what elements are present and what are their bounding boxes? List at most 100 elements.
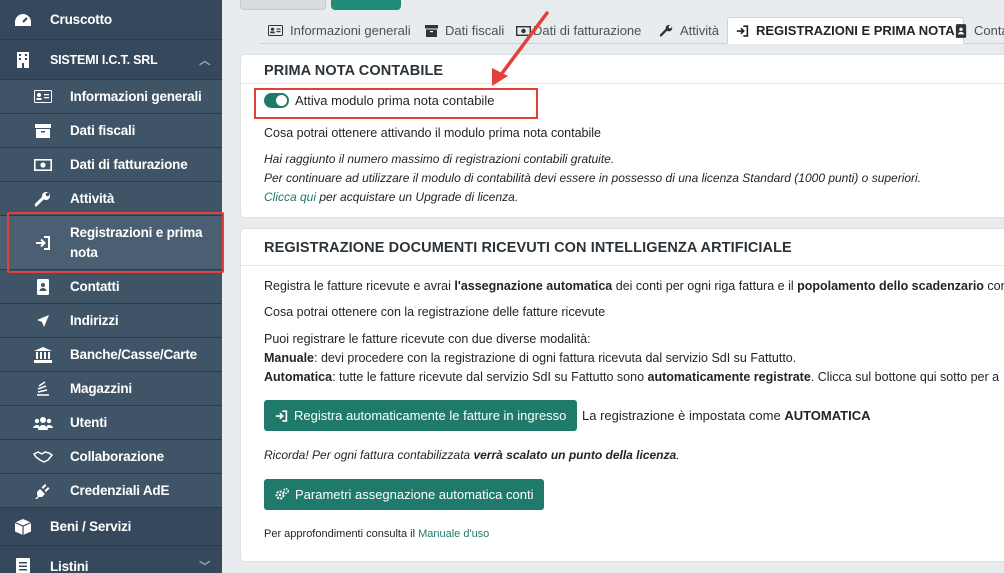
sidebar-item-label: Dati fiscali: [70, 122, 136, 138]
intro-bold: l'assegnazione automatica: [454, 279, 613, 293]
auto-label: Automatica: [264, 370, 333, 384]
upgrade-text: per acquistare un Upgrade di licenza.: [316, 190, 519, 204]
sidebar-item-informazioni-generali[interactable]: Informazioni generali: [0, 80, 222, 114]
wrench-icon: [660, 24, 673, 37]
wrench-icon: [32, 191, 54, 207]
save-button[interactable]: [331, 0, 401, 10]
location-arrow-icon: [32, 314, 54, 328]
upgrade-line: Clicca qui per acquistare un Upgrade di …: [264, 190, 518, 204]
sidebar-item-banche[interactable]: Banche/Casse/Carte: [0, 338, 222, 372]
intro-bold: popolamento dello scadenzario: [797, 279, 984, 293]
handshake-icon: [32, 450, 54, 464]
users-icon: [32, 416, 54, 430]
sidebar-item-listini[interactable]: Listini ﹀: [0, 546, 222, 573]
tab-label: Dati di fatturazione: [533, 23, 642, 38]
highlight-box: [7, 212, 224, 273]
prima-nota-card: PRIMA NOTA CONTABILE Attiva modulo prima…: [240, 54, 1004, 218]
reminder-text: Ricorda! Per ogni fattura contabilizzata…: [264, 448, 680, 462]
tab-label: Informazioni generali: [290, 23, 411, 38]
sidebar-item-magazzini[interactable]: Magazzini: [0, 372, 222, 406]
warning-line-1: Hai raggiunto il numero massimo di regis…: [264, 152, 615, 166]
sidebar-item-indirizzi[interactable]: Indirizzi: [0, 304, 222, 338]
money-bill-icon: [516, 25, 531, 36]
sidebar-item-label: Beni / Servizi: [50, 519, 132, 534]
sidebar-item-label: Attività: [70, 190, 115, 206]
sidebar-item-label: Magazzini: [70, 380, 132, 396]
chevron-up-icon[interactable]: ︿: [199, 52, 210, 68]
sidebar-item-dati-fatturazione[interactable]: Dati di fatturazione: [0, 148, 222, 182]
intro-part: Registra le fatture ricevute e avrai: [264, 279, 455, 293]
upgrade-link[interactable]: Clicca qui: [264, 190, 316, 204]
sidebar-item-credenziali[interactable]: Credenziali AdE: [0, 474, 222, 508]
cogs-icon: [275, 488, 289, 501]
registration-status: La registrazione è impostata come AUTOMA…: [582, 408, 871, 423]
manual-desc: : devi procedere con la registrazione di…: [314, 351, 797, 365]
id-card-icon: [32, 90, 54, 103]
register-auto-button[interactable]: Registra automaticamente le fatture in i…: [264, 400, 578, 431]
address-book-icon: [955, 23, 967, 38]
sidebar-item-utenti[interactable]: Utenti: [0, 406, 222, 440]
sidebar-item-cruscotto[interactable]: Cruscotto: [0, 0, 222, 40]
sidebar-item-company[interactable]: SISTEMI I.C.T. SRL ︿: [0, 40, 222, 80]
sidebar-item-beni-servizi[interactable]: Beni / Servizi: [0, 508, 222, 546]
building-icon: [12, 51, 34, 68]
sidebar-item-dati-fiscali[interactable]: Dati fiscali: [0, 114, 222, 148]
tab-dati-fatturazione[interactable]: Dati di fatturazione: [516, 17, 641, 44]
registrazione-info-link[interactable]: Cosa potrai ottenere con la registrazion…: [264, 305, 605, 319]
tab-label: Dati fiscali: [445, 23, 505, 38]
tab-contatti[interactable]: Conta: [955, 17, 1004, 44]
prima-nota-info-link[interactable]: Cosa potrai ottenere attivando il modulo…: [264, 126, 601, 140]
highlight-box: [254, 88, 538, 119]
intro-part: con: [987, 279, 1004, 293]
auto-mode-text: Automatica: tutte le fatture ricevute da…: [264, 370, 999, 384]
chevron-down-icon[interactable]: ﹀: [199, 558, 210, 573]
reminder-bold: verrà scalato un punto della licenza: [473, 448, 677, 462]
status-text: La registrazione è impostata come: [582, 408, 785, 423]
sidebar-item-attivita[interactable]: Attività: [0, 182, 222, 216]
sidebar-item-label: Listini: [50, 558, 89, 573]
sidebar-item-label: SISTEMI I.C.T. SRL: [50, 52, 158, 67]
intro-text: Registra le fatture ricevute e avrai l'a…: [264, 279, 1004, 293]
tab-label: Attività: [680, 23, 720, 38]
sidebar-item-label: Dati di fatturazione: [70, 156, 188, 172]
sidebar-item-contatti[interactable]: Contatti: [0, 270, 222, 304]
manual-mode-text: Manuale: devi procedere con la registraz…: [264, 351, 796, 365]
button-label: Registra automaticamente le fatture in i…: [294, 408, 567, 423]
box-icon: [12, 518, 34, 535]
auto-bold: automaticamente registrate: [647, 370, 811, 384]
manual-link[interactable]: Manuale d'uso: [418, 528, 489, 540]
main-content: Informazioni generali Dati fiscali Dati …: [230, 0, 1004, 573]
footer-text: Per approfondimenti consulta il Manuale …: [264, 528, 489, 540]
tab-dati-fiscali[interactable]: Dati fiscali: [425, 17, 504, 44]
sidebar-item-collaborazione[interactable]: Collaborazione: [0, 440, 222, 474]
tab-informazioni-generali[interactable]: Informazioni generali: [268, 17, 411, 44]
params-button[interactable]: Parametri assegnazione automatica conti: [264, 479, 545, 510]
reminder-part: Ricorda! Per ogni fattura contabilizzata: [264, 448, 474, 462]
tab-attivita[interactable]: Attività: [660, 17, 719, 44]
address-book-icon: [32, 278, 54, 295]
reminder-part: .: [676, 448, 680, 462]
tab-registrazioni-prima-nota[interactable]: REGISTRAZIONI E PRIMA NOTA: [727, 17, 964, 44]
sidebar-item-label: Collaborazione: [70, 448, 164, 464]
sidebar-item-label: Utenti: [70, 414, 108, 430]
plug-icon: [32, 483, 54, 499]
status-value: AUTOMATICA: [784, 408, 871, 423]
manual-label: Manuale: [264, 351, 315, 365]
modes-intro: Puoi registrare le fatture ricevute con …: [264, 332, 591, 346]
intro-part: dei conti per ogni riga fattura e il: [612, 279, 798, 293]
button-label: Parametri assegnazione automatica conti: [295, 487, 534, 502]
auto-desc: . Clicca sul bottone qui sotto per a: [810, 370, 1000, 384]
stack-icon: [32, 380, 54, 397]
archive-icon: [32, 123, 54, 138]
warning-line-2: Per continuare ad utilizzare il modulo d…: [264, 171, 922, 185]
prima-nota-title: PRIMA NOTA CONTABILE: [264, 63, 444, 79]
money-bill-icon: [32, 158, 54, 171]
bank-icon: [32, 346, 54, 363]
tab-label: REGISTRAZIONI E PRIMA NOTA: [756, 23, 955, 38]
divider: [241, 83, 1004, 84]
footer-part: Per approfondimenti consulta il: [264, 528, 419, 540]
sidebar-item-label: Indirizzi: [70, 312, 119, 328]
sign-in-icon: [275, 409, 288, 422]
id-card-icon: [268, 25, 283, 36]
back-button[interactable]: [240, 0, 326, 10]
